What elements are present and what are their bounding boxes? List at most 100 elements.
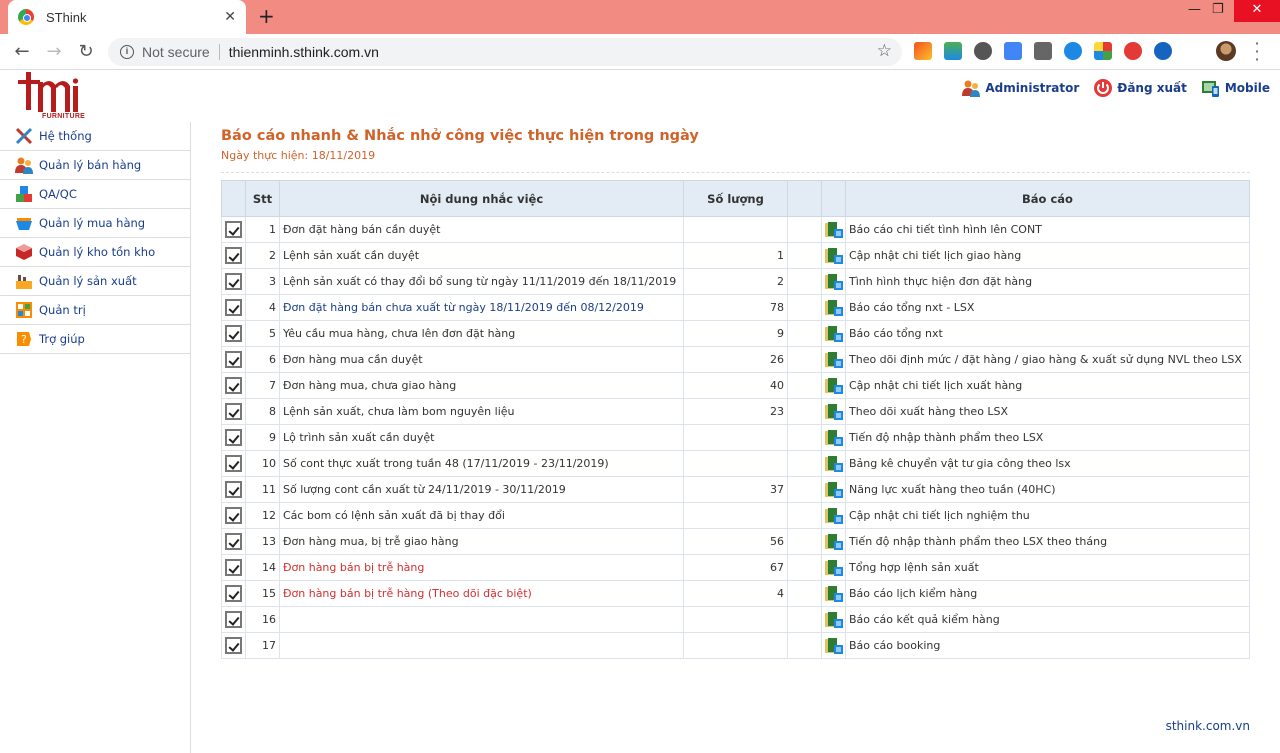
row-report-icon-cell[interactable] <box>821 450 846 477</box>
row-checkbox-cell[interactable] <box>221 294 246 321</box>
report-icon[interactable] <box>824 351 844 369</box>
row-report-icon-cell[interactable] <box>821 216 846 243</box>
row-report-icon-cell[interactable] <box>821 528 846 555</box>
row-checkbox-cell[interactable] <box>221 528 246 555</box>
row-report-icon-cell[interactable] <box>821 320 846 347</box>
check-icon[interactable] <box>225 585 242 602</box>
row-content[interactable]: Đơn hàng bán bị trễ hàng (Theo dõi đặc b… <box>279 580 684 607</box>
row-checkbox-cell[interactable] <box>221 242 246 269</box>
row-checkbox-cell[interactable] <box>221 320 246 347</box>
report-icon[interactable] <box>824 221 844 239</box>
sidebar-item-quan-ly-san-xuat[interactable]: Quản lý sản xuất <box>0 267 190 296</box>
report-icon[interactable] <box>824 481 844 499</box>
row-report-link[interactable]: Cập nhật chi tiết lịch xuất hàng <box>845 372 1250 399</box>
row-checkbox-cell[interactable] <box>221 502 246 529</box>
check-icon[interactable] <box>225 481 242 498</box>
check-icon[interactable] <box>225 507 242 524</box>
row-content[interactable] <box>279 606 684 633</box>
check-icon[interactable] <box>225 299 242 316</box>
row-report-icon-cell[interactable] <box>821 632 846 659</box>
row-checkbox-cell[interactable] <box>221 580 246 607</box>
row-checkbox-cell[interactable] <box>221 450 246 477</box>
monitor-extension-icon[interactable] <box>1064 42 1082 60</box>
address-bar[interactable]: i Not secure thienminh.sthink.com.vn ☆ <box>108 38 902 66</box>
check-icon[interactable] <box>225 377 242 394</box>
check-icon[interactable] <box>225 273 242 290</box>
row-report-icon-cell[interactable] <box>821 476 846 503</box>
restore-icon[interactable]: ❐ <box>1212 2 1224 17</box>
administrator-link[interactable]: Administrator <box>961 78 1079 98</box>
globe-extension-icon[interactable] <box>1154 42 1172 60</box>
sidebar-item-quan-ly-mua-hang[interactable]: Quản lý mua hàng <box>0 209 190 238</box>
row-report-link[interactable]: Cập nhật chi tiết lịch nghiệm thu <box>845 502 1250 529</box>
report-icon[interactable] <box>824 247 844 265</box>
report-icon[interactable] <box>824 273 844 291</box>
row-report-link[interactable]: Theo dõi định mức / đặt hàng / giao hàng… <box>845 346 1250 373</box>
dollar-extension-icon[interactable] <box>974 42 992 60</box>
row-content[interactable]: Đơn hàng mua, bị trễ giao hàng <box>279 528 684 555</box>
row-report-link[interactable]: Báo cáo booking <box>845 632 1250 659</box>
row-report-icon-cell[interactable] <box>821 502 846 529</box>
row-content[interactable]: Đơn đặt hàng bán chưa xuất từ ngày 18/11… <box>279 294 684 321</box>
report-icon[interactable] <box>824 533 844 551</box>
check-icon[interactable] <box>225 429 242 446</box>
check-icon[interactable] <box>225 325 242 342</box>
check-icon[interactable] <box>225 247 242 264</box>
row-report-icon-cell[interactable] <box>821 268 846 295</box>
row-content[interactable]: Yêu cầu mua hàng, chưa lên đơn đặt hàng <box>279 320 684 347</box>
row-report-link[interactable]: Tình hình thực hiện đơn đặt hàng <box>845 268 1250 295</box>
row-report-link[interactable]: Báo cáo lịch kiểm hàng <box>845 580 1250 607</box>
mobile-link[interactable]: Mobile <box>1201 78 1270 98</box>
report-icon[interactable] <box>824 377 844 395</box>
scissors-extension-icon[interactable] <box>914 42 932 60</box>
info-icon[interactable]: i <box>120 45 134 59</box>
row-report-link[interactable]: Cập nhật chi tiết lịch giao hàng <box>845 242 1250 269</box>
report-icon[interactable] <box>824 403 844 421</box>
row-checkbox-cell[interactable] <box>221 372 246 399</box>
report-icon[interactable] <box>824 299 844 317</box>
sidebar-item-he-thong[interactable]: Hệ thống <box>0 122 190 151</box>
row-report-icon-cell[interactable] <box>821 606 846 633</box>
sidebar-item-quan-tri[interactable]: Quản trị <box>0 296 190 325</box>
reload-icon[interactable]: ↻ <box>75 41 97 63</box>
row-report-icon-cell[interactable] <box>821 372 846 399</box>
row-report-link[interactable]: Báo cáo tổng nxt - LSX <box>845 294 1250 321</box>
refresh-extension-icon[interactable] <box>1124 42 1142 60</box>
row-checkbox-cell[interactable] <box>221 398 246 425</box>
row-report-icon-cell[interactable] <box>821 346 846 373</box>
minimize-icon[interactable]: — <box>1188 2 1201 17</box>
close-tab-icon[interactable]: ✕ <box>224 9 236 25</box>
report-icon[interactable] <box>824 585 844 603</box>
row-content[interactable]: Lệnh sản xuất, chưa làm bom nguyên liệu <box>279 398 684 425</box>
row-report-link[interactable]: Báo cáo chi tiết tình hình lên CONT <box>845 216 1250 243</box>
row-report-link[interactable]: Báo cáo kết quả kiểm hàng <box>845 606 1250 633</box>
row-report-link[interactable]: Tiến độ nhập thành phẩm theo LSX theo th… <box>845 528 1250 555</box>
row-content[interactable]: Lộ trình sản xuất cần duyệt <box>279 424 684 451</box>
bookmark-extension-icon[interactable] <box>1034 42 1052 60</box>
sidebar-item-tro-giup[interactable]: ? Trợ giúp <box>0 325 190 354</box>
row-checkbox-cell[interactable] <box>221 606 246 633</box>
forward-icon[interactable]: → <box>43 41 65 63</box>
back-icon[interactable]: ← <box>11 41 33 63</box>
translate-extension-icon[interactable] <box>1004 42 1022 60</box>
row-checkbox-cell[interactable] <box>221 554 246 581</box>
report-icon[interactable] <box>824 455 844 473</box>
profile-avatar[interactable] <box>1216 41 1236 61</box>
row-report-link[interactable]: Bảng kê chuyển vật tư gia công theo lsx <box>845 450 1250 477</box>
chart-extension-icon[interactable] <box>944 42 962 60</box>
check-icon[interactable] <box>225 637 242 654</box>
row-content[interactable]: Đơn đặt hàng bán cần duyệt <box>279 216 684 243</box>
row-content[interactable]: Đơn hàng mua cần duyệt <box>279 346 684 373</box>
report-icon[interactable] <box>824 559 844 577</box>
check-icon[interactable] <box>225 559 242 576</box>
check-icon[interactable] <box>225 221 242 238</box>
row-checkbox-cell[interactable] <box>221 216 246 243</box>
new-tab-icon[interactable]: + <box>258 6 275 26</box>
report-icon[interactable] <box>824 507 844 525</box>
row-content[interactable]: Lệnh sản xuất có thay đổi bổ sung từ ngà… <box>279 268 684 295</box>
row-report-link[interactable]: Năng lực xuất hàng theo tuần (40HC) <box>845 476 1250 503</box>
row-report-link[interactable]: Tổng hợp lệnh sản xuất <box>845 554 1250 581</box>
row-content[interactable] <box>279 632 684 659</box>
row-report-icon-cell[interactable] <box>821 398 846 425</box>
check-icon[interactable] <box>225 611 242 628</box>
